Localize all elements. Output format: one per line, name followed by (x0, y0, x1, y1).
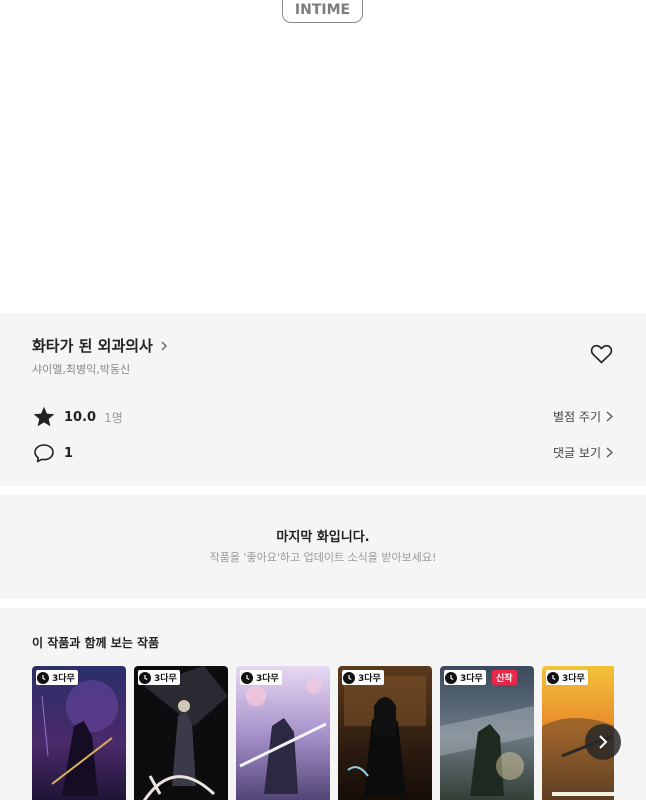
recommendation-card[interactable]: 3다무 (32, 666, 126, 800)
comment-count: 1 (64, 445, 74, 461)
recommendations-title: 이 작품과 함께 보는 작품 (32, 636, 160, 650)
rating-count: 1명 (104, 410, 123, 425)
recommendations-carousel: 3다무 3다무 3다무 3다무 3다무 신작 3다무 (32, 666, 614, 800)
carousel-next-button[interactable] (585, 724, 621, 760)
last-episode-notice: 마지막 화입니다. 작품을 '좋아요'하고 업데이트 소식을 받아보세요! (0, 495, 646, 599)
recommendation-card[interactable]: 3다무 (134, 666, 228, 800)
publisher-logo: INTIME (282, 0, 363, 23)
cover-image (134, 666, 228, 800)
comment-row: 1 댓글 보기 (32, 441, 614, 465)
clock-icon (241, 671, 253, 684)
rate-button-label: 별점 주기 (553, 410, 601, 424)
recommendation-card[interactable]: 3다무 (338, 666, 432, 800)
waitfree-badge-label: 3다무 (52, 674, 75, 684)
comment-icon (34, 444, 54, 463)
waitfree-badge-label: 3다무 (358, 674, 381, 684)
waitfree-badge: 3다무 (36, 670, 78, 685)
publisher-logo-text: INTIME (294, 2, 351, 18)
waitfree-badge-label: 3다무 (154, 674, 177, 684)
rating-row: 10.0 1명 별점 주기 (32, 405, 614, 429)
cover-image (440, 666, 534, 800)
rate-button[interactable]: 별점 주기 (553, 408, 614, 425)
cover-image (32, 666, 126, 800)
cover-image (236, 666, 330, 800)
clock-icon (547, 671, 559, 684)
heart-icon[interactable] (589, 342, 614, 366)
waitfree-badge-label: 3다무 (562, 674, 585, 684)
star-icon (33, 406, 55, 427)
last-episode-title: 마지막 화입니다. (276, 530, 370, 545)
waitfree-badge-label: 3다무 (256, 674, 279, 684)
waitfree-badge: 3다무 (546, 670, 588, 685)
series-title: 화타가 된 외과의사 (32, 337, 153, 355)
waitfree-badge: 3다무 (240, 670, 282, 685)
clock-icon (139, 671, 151, 684)
new-badge: 신작 (492, 670, 517, 685)
view-comments-button[interactable]: 댓글 보기 (553, 444, 614, 461)
waitfree-badge: 3다무 (444, 670, 486, 685)
recommendation-card[interactable]: 3다무 신작 (440, 666, 534, 800)
last-episode-subtitle: 작품을 '좋아요'하고 업데이트 소식을 받아보세요! (209, 551, 437, 564)
waitfree-badge-label: 3다무 (460, 674, 483, 684)
rating-value: 10.0 (64, 409, 97, 425)
view-comments-label: 댓글 보기 (553, 446, 601, 460)
waitfree-badge: 3다무 (342, 670, 384, 685)
next-arrow-icon (599, 735, 608, 749)
clock-icon (343, 671, 355, 684)
clock-icon (37, 671, 49, 684)
chevron-right-icon (606, 447, 613, 458)
cover-image (338, 666, 432, 800)
chevron-right-icon (606, 411, 613, 422)
chevron-right-icon (161, 341, 167, 350)
series-authors: 샤이멜,최병익,박동신 (32, 363, 131, 376)
viewer-top-area: INTIME (0, 0, 646, 313)
episode-info-panel: 화타가 된 외과의사 샤이멜,최병익,박동신 10.0 1명 별점 주기 1 댓… (0, 313, 646, 486)
waitfree-badge: 3다무 (138, 670, 180, 685)
clock-icon (445, 671, 457, 684)
recommendation-card[interactable]: 3다무 (236, 666, 330, 800)
recommendations-section: 이 작품과 함께 보는 작품 3다무 3다무 3다무 3다무 3다무 신작 3다… (0, 608, 646, 800)
series-title-link[interactable]: 화타가 된 외과의사 (32, 335, 170, 356)
